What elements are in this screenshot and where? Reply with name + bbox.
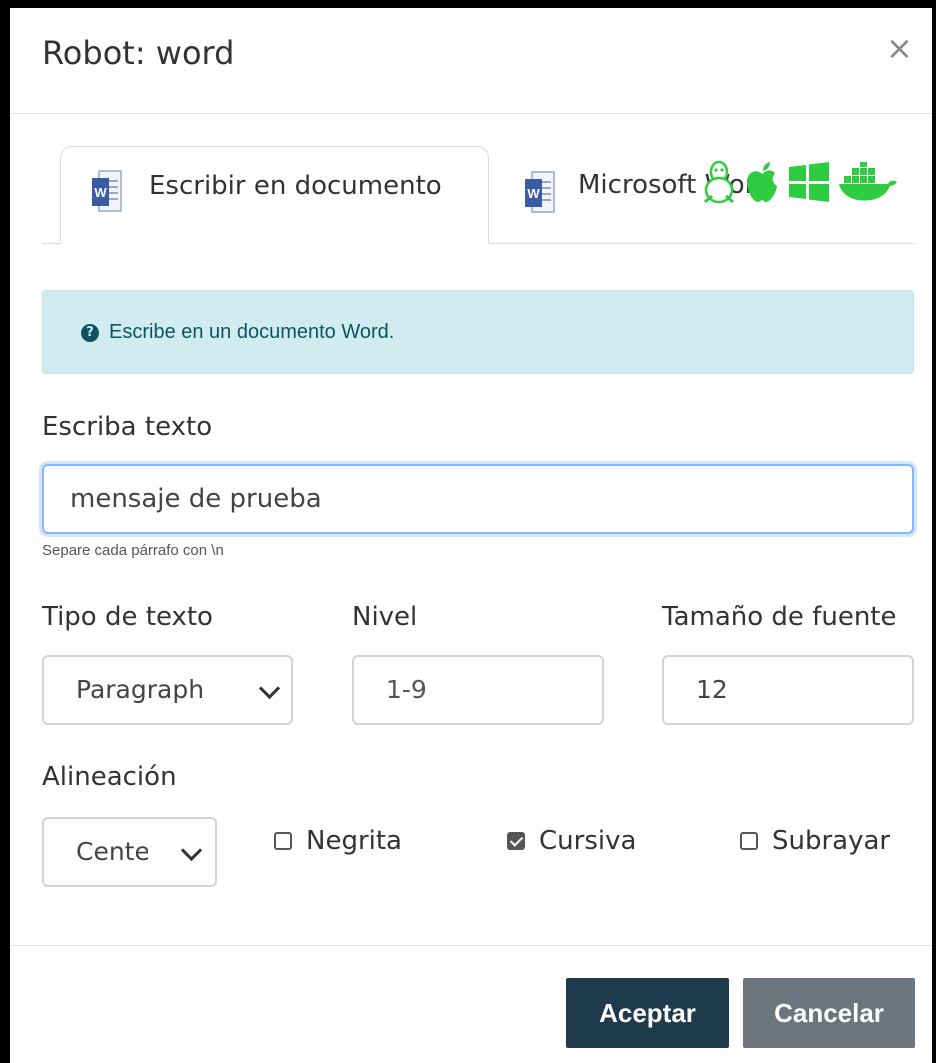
italic-checkbox[interactable] [507,832,525,850]
accept-button[interactable]: Aceptar [566,978,729,1048]
font-size-label: Tamaño de fuente [662,602,897,632]
font-size-input[interactable]: 12 [662,655,914,725]
modal-title: Robot: word [42,34,235,72]
bold-checkbox[interactable] [274,832,292,850]
os-icons [702,160,898,204]
header-divider [10,113,932,114]
text-input[interactable] [42,464,914,534]
italic-label: Cursiva [539,826,637,856]
level-placeholder: 1-9 [386,675,427,704]
level-input[interactable]: 1-9 [352,655,604,725]
alignment-value: Cente [76,837,148,866]
window-frame-top [0,0,936,8]
close-icon[interactable]: × [886,32,913,64]
window-frame-right [932,0,936,1063]
level-label: Nivel [352,602,418,632]
underline-label: Subrayar [772,826,891,856]
docker-icon [839,162,897,201]
chevron-down-icon [180,839,203,862]
chevron-down-icon [258,677,281,700]
info-alert: ? Escribe en un documento Word. [42,290,914,374]
text-type-value: Paragraph [76,675,205,704]
alignment-select[interactable]: Cente [42,817,217,887]
tab-escribir-documento[interactable]: W Escribir en documento [60,146,489,244]
tab-label: Escribir en documento [149,171,442,201]
italic-checkbox-row[interactable]: Cursiva [507,826,636,856]
svg-text:W: W [94,185,107,200]
text-field-help: Separe cada párrafo con \n [42,542,224,559]
font-size-value: 12 [696,675,728,704]
word-icon: W [92,170,122,212]
cancel-button[interactable]: Cancelar [743,978,915,1048]
question-circle-icon: ? [81,324,99,342]
alignment-label: Alineación [42,762,177,792]
text-type-label: Tipo de texto [42,602,213,632]
text-type-select[interactable]: Paragraph [42,655,293,725]
bold-label: Negrita [306,826,402,856]
text-field-label: Escriba texto [42,412,213,442]
svg-text:W: W [527,186,540,201]
bold-checkbox-row[interactable]: Negrita [274,826,402,856]
linux-icon [704,160,734,204]
underline-checkbox-row[interactable]: Subrayar [740,826,890,856]
windows-icon [789,162,829,202]
alert-text: Escribe en un documento Word. [109,321,395,343]
word-icon: W [525,171,555,213]
window-frame-left [0,0,10,1063]
footer-divider [10,945,932,946]
underline-checkbox[interactable] [740,832,758,850]
apple-icon [746,162,777,202]
